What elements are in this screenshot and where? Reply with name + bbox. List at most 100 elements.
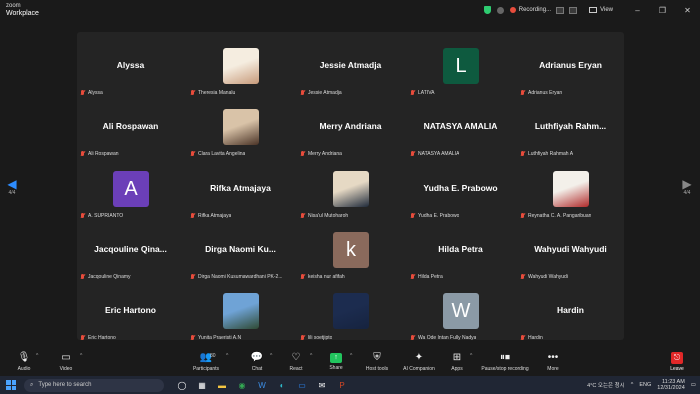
leave-button[interactable]: ⎋ Leave bbox=[662, 352, 692, 372]
participant-tile[interactable]: Luthfiyah Rahm... Luthfiyah Rahmah A bbox=[517, 99, 624, 157]
word-icon[interactable]: W bbox=[254, 377, 270, 393]
more-dots-icon: ••• bbox=[547, 352, 559, 363]
weather-widget[interactable]: 4°C 오는은 청시 bbox=[587, 381, 625, 389]
task-manager-icon[interactable]: ▦ bbox=[194, 377, 210, 393]
search-icon: ⌕ bbox=[30, 381, 34, 388]
video-options-caret-icon[interactable]: ^ bbox=[80, 353, 82, 359]
participant-tile[interactable]: Rifka Atmajaya Rifka Atmajaya bbox=[187, 161, 294, 219]
participant-name-label: A. SUPRIANTO bbox=[80, 213, 123, 219]
pause-recording-icon[interactable] bbox=[556, 6, 565, 14]
react-options-caret-icon[interactable]: ^ bbox=[310, 353, 312, 359]
file-explorer-icon[interactable]: ▬ bbox=[214, 377, 230, 393]
participant-tile[interactable]: Wahyudi Wahyudi Wahyudi Wahyudi bbox=[517, 222, 624, 280]
muted-mic-icon bbox=[520, 90, 525, 96]
chat-options-caret-icon[interactable]: ^ bbox=[270, 353, 272, 359]
participant-label-text: Wahyudi Wahyudi bbox=[528, 274, 568, 280]
next-page-button[interactable]: ▶ 4/4 bbox=[680, 178, 694, 196]
clock[interactable]: 11:23 AM 12/31/2024 bbox=[657, 379, 685, 391]
participant-avatar-photo bbox=[553, 171, 589, 207]
ai-companion-button[interactable]: ✦ AI Companion bbox=[397, 352, 441, 372]
participant-display-name: Hardin bbox=[557, 305, 584, 315]
participant-display-name: Adrianus Eryan bbox=[539, 60, 602, 70]
participant-name-label: Nisa'ul Mutoharoh bbox=[300, 213, 348, 219]
participant-tile[interactable]: Yunita Praeristi A.N bbox=[187, 283, 294, 341]
previous-page-button[interactable]: ◀ 4/4 bbox=[5, 178, 19, 196]
recording-label: Recording... bbox=[518, 7, 552, 13]
participant-tile[interactable]: Reynatha C. A. Pangaribuan bbox=[517, 161, 624, 219]
participants-button[interactable]: 👥 80 Participants bbox=[186, 352, 226, 372]
recording-indicator[interactable]: Recording... bbox=[509, 6, 578, 14]
taskbar-search-box[interactable]: ⌕ Type here to search bbox=[24, 378, 164, 392]
participant-avatar: W bbox=[443, 293, 479, 329]
participant-label-text: Alyssa bbox=[88, 90, 103, 96]
sparkle-icon: ✦ bbox=[414, 352, 424, 363]
participant-name-label: Jacqouline Qinamy bbox=[80, 274, 131, 280]
participant-avatar-photo bbox=[223, 109, 259, 145]
participant-tile[interactable]: lili soetjipto bbox=[297, 283, 404, 341]
participant-tile[interactable]: Hardin Hardin bbox=[517, 283, 624, 341]
participant-name-label: Rifka Atmajaya bbox=[190, 213, 231, 219]
participant-tile[interactable]: Yudha E. Prabowo Yudha E. Prabowo bbox=[407, 161, 514, 219]
windows-start-icon[interactable] bbox=[6, 380, 16, 390]
participant-tile[interactable]: Jessie Atmadja Jessie Atmadja bbox=[297, 38, 404, 96]
muted-mic-icon bbox=[80, 335, 85, 341]
stop-recording-icon[interactable] bbox=[569, 6, 578, 14]
participant-label-text: Wa Ode Intan Fully Nadya bbox=[418, 335, 477, 341]
info-icon[interactable] bbox=[496, 6, 504, 14]
participant-tile[interactable]: NATASYA AMALIA NATASYA AMALIA bbox=[407, 99, 514, 157]
minimize-icon[interactable]: – bbox=[625, 6, 650, 15]
powerpoint-icon[interactable]: P bbox=[334, 377, 350, 393]
maximize-icon[interactable]: ❐ bbox=[650, 6, 675, 15]
participant-name-label: Yunita Praeristi A.N bbox=[190, 335, 241, 341]
participant-tile[interactable]: k keisha nur afifah bbox=[297, 222, 404, 280]
muted-mic-icon bbox=[520, 274, 525, 280]
edge-icon[interactable]: ◐ bbox=[274, 377, 290, 393]
participant-tile[interactable]: A A. SUPRIANTO bbox=[77, 161, 184, 219]
share-screen-icon: ↑ bbox=[330, 353, 342, 363]
more-button[interactable]: ••• More bbox=[533, 352, 573, 372]
participant-label-text: Hardin bbox=[528, 335, 543, 341]
title-bar: zoom Workplace Recording... View – ❐ ✕ bbox=[0, 0, 700, 20]
zoom-taskbar-icon[interactable]: ▭ bbox=[294, 377, 310, 393]
muted-mic-icon bbox=[300, 151, 305, 157]
participant-label-text: Nisa'ul Mutoharoh bbox=[308, 213, 349, 219]
participant-tile[interactable]: Clara Lavita Angelina bbox=[187, 99, 294, 157]
security-shield-icon[interactable] bbox=[483, 6, 491, 14]
participant-tile[interactable]: Eric Hartono Eric Hartono bbox=[77, 283, 184, 341]
language-indicator[interactable]: ENG bbox=[639, 382, 651, 388]
muted-mic-icon bbox=[190, 213, 195, 219]
participant-label-text: Dirga Naomi Kusumawardhani PK-2... bbox=[198, 274, 283, 280]
apps-options-caret-icon[interactable]: ^ bbox=[470, 353, 472, 359]
participant-avatar: L bbox=[443, 48, 479, 84]
tray-up-arrow-icon[interactable]: ^ bbox=[631, 382, 634, 388]
participant-tile[interactable]: Theresia Manalu bbox=[187, 38, 294, 96]
audio-options-caret-icon[interactable]: ^ bbox=[36, 353, 38, 359]
participant-tile[interactable]: Dirga Naomi Ku... Dirga Naomi Kusumawardh… bbox=[187, 222, 294, 280]
participants-options-caret-icon[interactable]: ^ bbox=[226, 353, 228, 359]
participant-tile[interactable]: Jacqouline Qina... Jacqouline Qinamy bbox=[77, 222, 184, 280]
participant-tile[interactable]: Alyssa Alyssa bbox=[77, 38, 184, 96]
participant-tile[interactable]: W Wa Ode Intan Fully Nadya bbox=[407, 283, 514, 341]
participant-tile[interactable]: L LATIVA bbox=[407, 38, 514, 96]
view-button[interactable]: View bbox=[589, 7, 613, 13]
outlook-icon[interactable]: ✉ bbox=[314, 377, 330, 393]
participants-icon: 👥 bbox=[199, 352, 213, 363]
participant-tile[interactable]: Hilda Petra Hilda Petra bbox=[407, 222, 514, 280]
chrome-icon[interactable]: ◉ bbox=[234, 377, 250, 393]
host-tools-button[interactable]: ⛨ Host tools bbox=[357, 352, 397, 372]
participant-tile[interactable]: Nisa'ul Mutoharoh bbox=[297, 161, 404, 219]
muted-mic-icon bbox=[80, 213, 85, 219]
participant-label-text: Reynatha C. A. Pangaribuan bbox=[528, 213, 592, 219]
participant-tile[interactable]: Adrianus Eryan Adrianus Eryan bbox=[517, 38, 624, 96]
pause-stop-recording-button[interactable]: ⏸⏹ Pause/stop recording bbox=[476, 352, 534, 372]
notifications-icon[interactable]: ▭ bbox=[691, 382, 696, 388]
share-options-caret-icon[interactable]: ^ bbox=[350, 353, 352, 359]
participant-tile[interactable]: Ali Rospawan Ali Rospawan bbox=[77, 99, 184, 157]
participant-name-label: Jessie Atmadja bbox=[300, 90, 342, 96]
close-icon[interactable]: ✕ bbox=[675, 6, 700, 15]
participant-tile[interactable]: Merry Andriana Merry Andriana bbox=[297, 99, 404, 157]
participant-name-label: NATASYA AMALIA bbox=[410, 151, 459, 157]
participant-display-name: Yudha E. Prabowo bbox=[423, 183, 498, 193]
participant-avatar-photo bbox=[223, 48, 259, 84]
task-view-icon[interactable]: ◯ bbox=[174, 377, 190, 393]
